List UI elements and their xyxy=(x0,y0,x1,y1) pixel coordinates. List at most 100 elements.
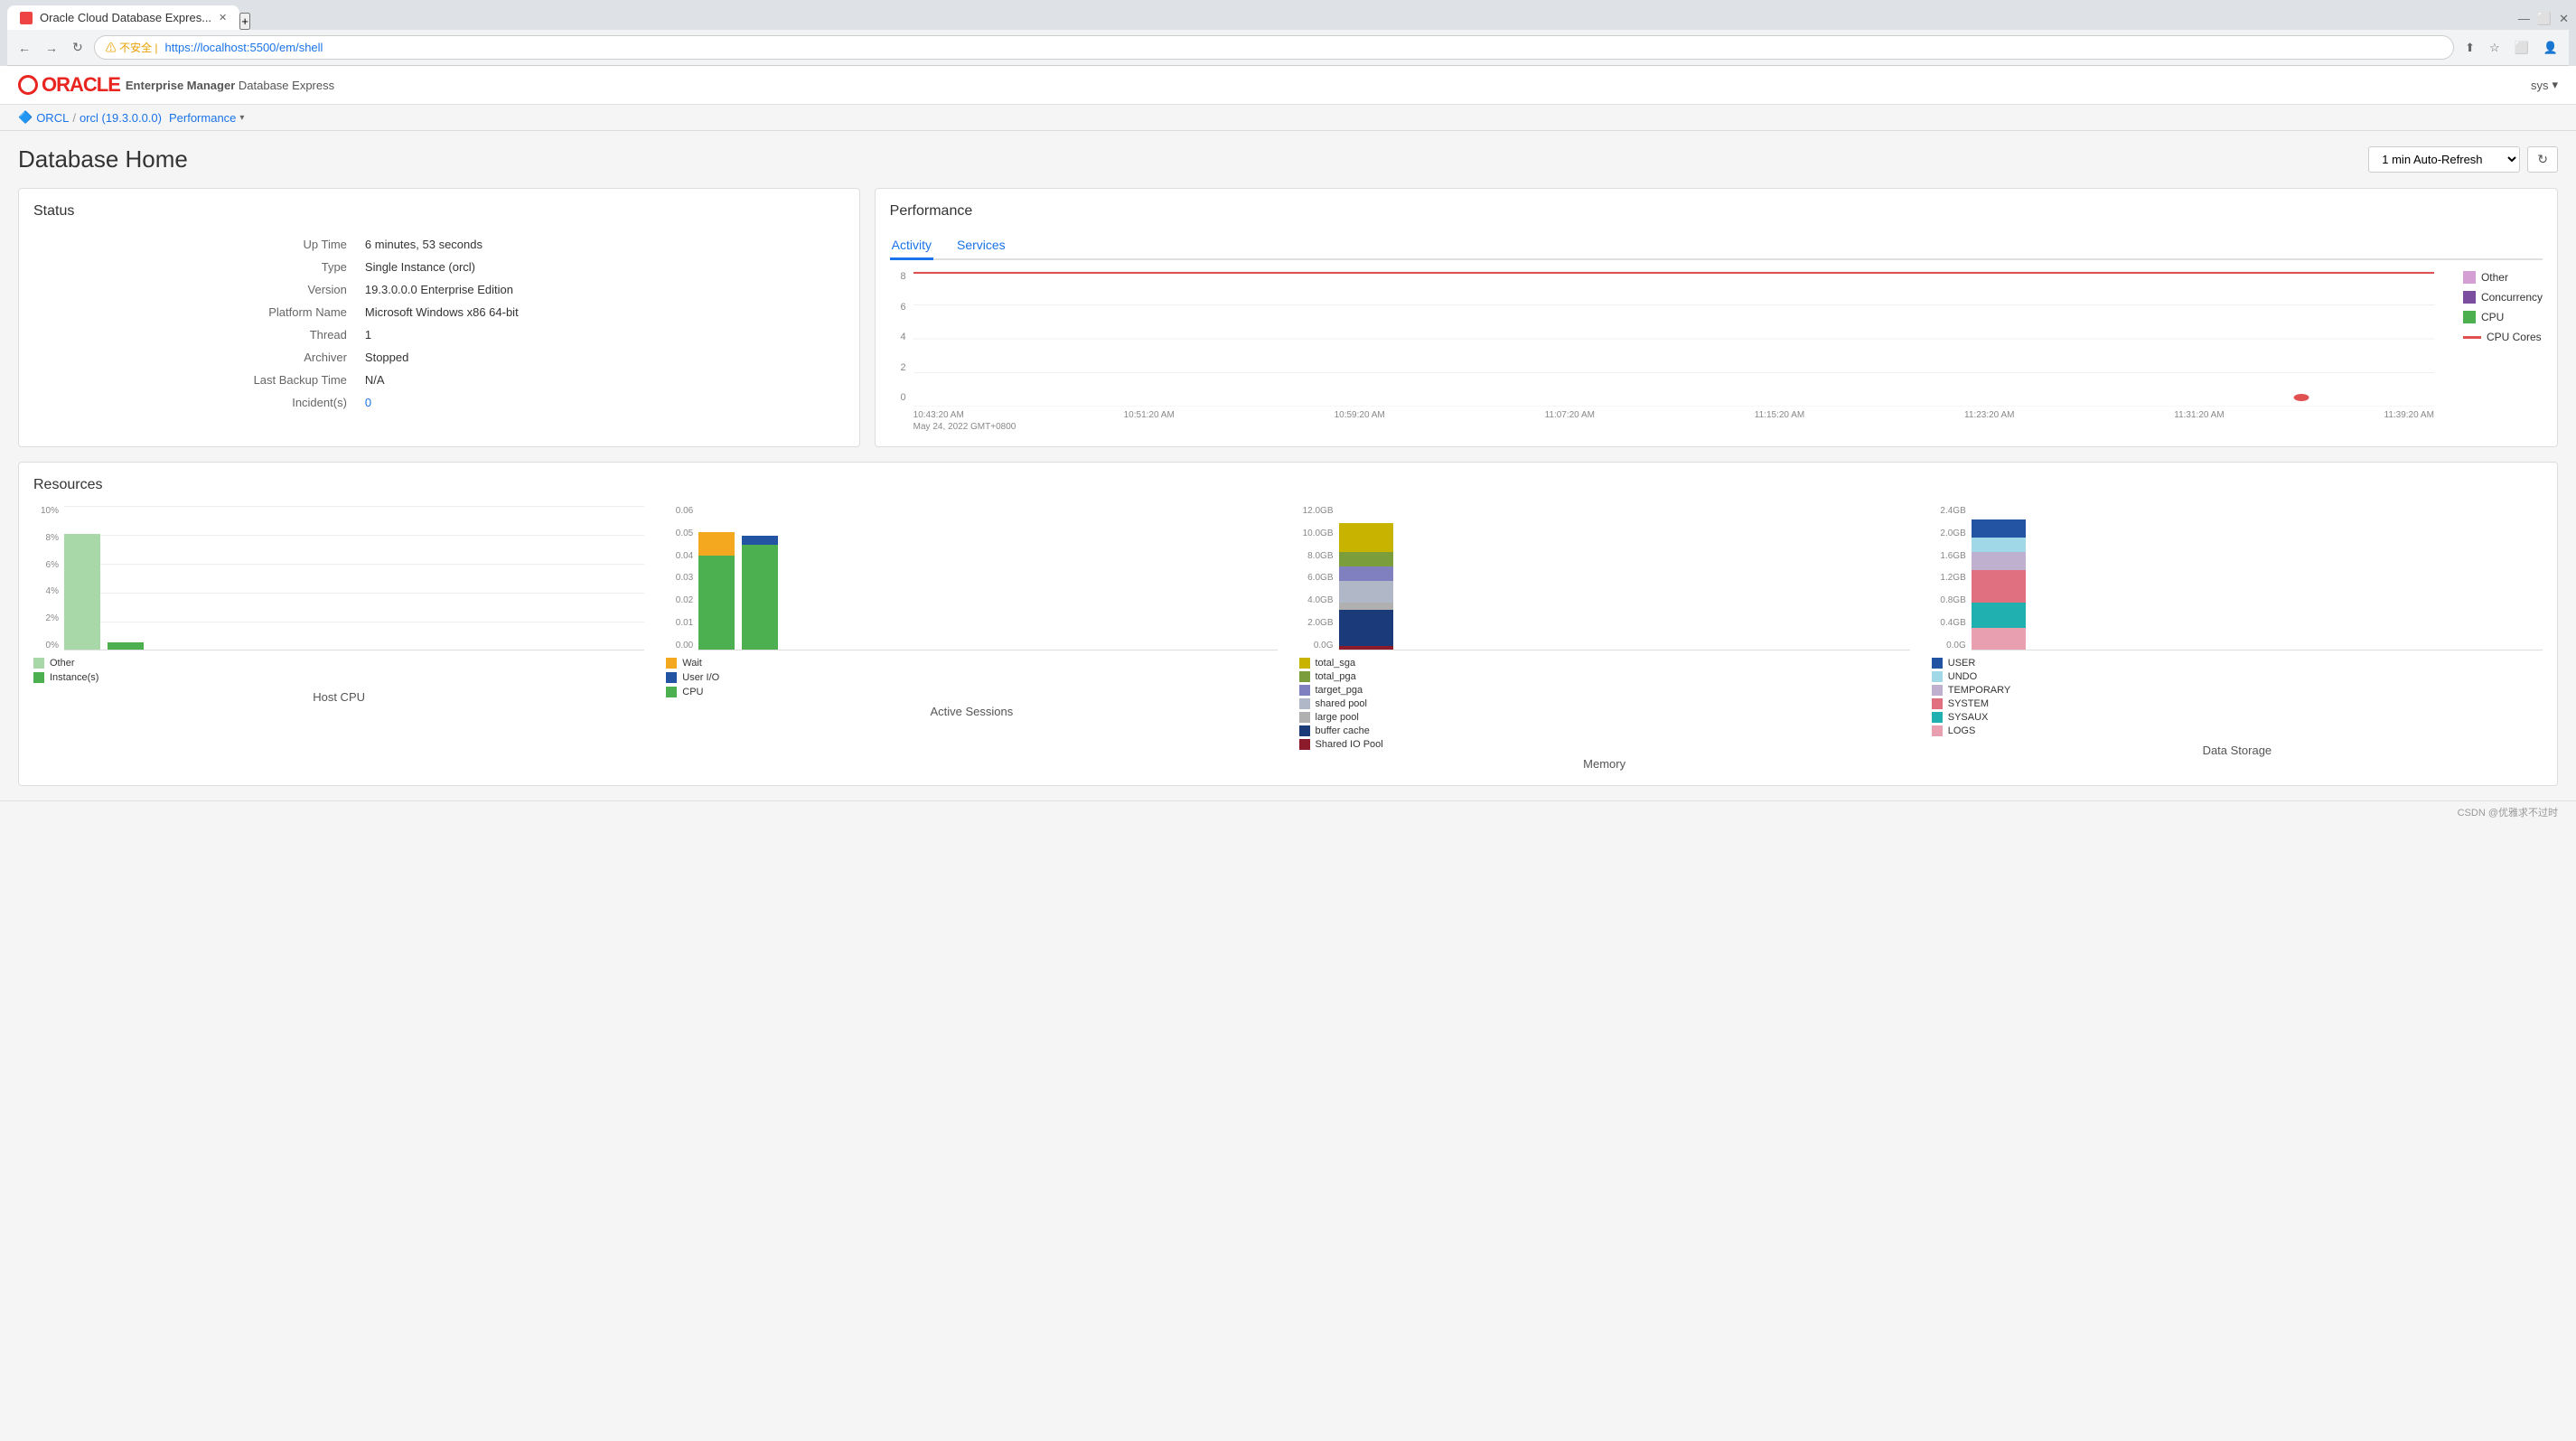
legend-other-icon xyxy=(2463,271,2476,284)
user-label: sys xyxy=(2531,79,2549,92)
active-tab[interactable]: Oracle Cloud Database Expres... ✕ xyxy=(7,5,239,30)
close-tab-button[interactable]: ✕ xyxy=(219,12,227,23)
storage-system xyxy=(1972,570,2026,603)
status-card: Status Up Time6 minutes, 53 secondsTypeS… xyxy=(18,188,860,447)
new-tab-button[interactable]: + xyxy=(239,13,250,30)
bookmark-icon[interactable]: ☆ xyxy=(2486,37,2504,59)
legend-temporary-dot xyxy=(1932,685,1943,696)
data-storage-y-axis: 2.4GB 2.0GB 1.6GB 1.2GB 0.8GB 0.4GB 0.0G xyxy=(1932,506,1966,650)
footer: CSDN @优雅求不过时 xyxy=(0,800,2576,823)
active-sessions-label: Active Sessions xyxy=(666,705,1277,718)
minimize-button[interactable]: — xyxy=(2518,12,2530,26)
status-label: Version xyxy=(35,279,358,300)
legend-shared-io-pool-dot xyxy=(1299,739,1310,750)
legend-other-dot xyxy=(33,658,44,669)
legend-cpu-res-dot xyxy=(666,687,677,697)
active-sessions-bar1 xyxy=(698,506,735,650)
oracle-logo-area: ORACLE Enterprise Manager Database Expre… xyxy=(18,73,334,97)
chart-y-axis: 8 6 4 2 0 xyxy=(890,271,906,432)
user-badge[interactable]: sys ▾ xyxy=(2531,78,2558,92)
profile-icon[interactable]: 👤 xyxy=(2540,37,2562,59)
memory-legend: total_sga total_pga target_pga shared po… xyxy=(1299,658,1910,750)
data-storage-legend: USER UNDO TEMPORARY SYSTEM SYSAUX LOGS xyxy=(1932,658,2543,736)
mem-total-sga xyxy=(1339,523,1393,552)
resources-card: Resources 10% 8% 6% 4% 2% 0% xyxy=(18,462,2558,786)
tab-services[interactable]: Services xyxy=(955,232,1007,260)
data-storage-bars xyxy=(1972,506,2543,650)
tab-activity[interactable]: Activity xyxy=(890,232,933,260)
db-icon: 🔷 xyxy=(18,110,33,125)
active-sessions-bar2 xyxy=(742,506,778,650)
resources-grid: 10% 8% 6% 4% 2% 0% xyxy=(33,506,2543,771)
status-label: Up Time xyxy=(35,234,358,255)
status-row: Thread1 xyxy=(35,324,843,345)
extension-icon[interactable]: ⬜ xyxy=(2511,37,2533,59)
security-warning: ⚠ 不安全 | xyxy=(106,40,158,55)
browser-toolbar: ← → ↻ ⚠ 不安全 | https://localhost:5500/em/… xyxy=(7,30,2569,66)
status-table: Up Time6 minutes, 53 secondsTypeSingle I… xyxy=(33,232,845,415)
breadcrumb: 🔷 ORCL / orcl (19.3.0.0.0) xyxy=(18,110,162,125)
legend-instance-item: Instance(s) xyxy=(33,672,644,683)
share-icon[interactable]: ⬆ xyxy=(2461,37,2478,59)
page-title: Database Home xyxy=(18,145,188,173)
legend-user-io-dot xyxy=(666,672,677,683)
main-grid: Status Up Time6 minutes, 53 secondsTypeS… xyxy=(18,188,2558,447)
performance-chevron-icon: ▾ xyxy=(239,113,244,123)
legend-user-io: User I/O xyxy=(666,672,1277,683)
legend-wait: Wait xyxy=(666,658,1277,669)
data-storage-section: 2.4GB 2.0GB 1.6GB 1.2GB 0.8GB 0.4GB 0.0G xyxy=(1932,506,2543,771)
status-label: Thread xyxy=(35,324,358,345)
performance-card: Performance Activity Services 8 6 4 2 0 xyxy=(875,188,2558,447)
memory-bars xyxy=(1339,506,1910,650)
host-cpu-bars xyxy=(64,506,644,650)
storage-undo xyxy=(1972,538,2026,552)
performance-card-title: Performance xyxy=(890,203,2543,220)
legend-concurrency-icon xyxy=(2463,291,2476,304)
mem-shared-io-pool xyxy=(1339,646,1393,650)
memory-y-axis: 12.0GB 10.0GB 8.0GB 6.0GB 4.0GB 2.0GB 0.… xyxy=(1299,506,1334,650)
legend-logs-dot xyxy=(1932,725,1943,736)
url-text: https://localhost:5500/em/shell xyxy=(165,41,323,54)
incidents-link[interactable]: 0 xyxy=(365,396,371,409)
mem-large-pool xyxy=(1339,603,1393,610)
restore-button[interactable]: ⬜ xyxy=(2537,12,2552,26)
breadcrumb-instance-link[interactable]: orcl (19.3.0.0.0) xyxy=(80,111,162,125)
performance-tabs: Activity Services xyxy=(890,232,2543,260)
breadcrumb-db-link[interactable]: ORCL xyxy=(36,111,69,125)
tab-title: Oracle Cloud Database Expres... xyxy=(40,11,211,24)
status-row: Incident(s)0 xyxy=(35,392,843,413)
performance-menu[interactable]: Performance ▾ xyxy=(169,111,244,125)
legend-sysaux-dot xyxy=(1932,712,1943,723)
app-header: ORACLE Enterprise Manager Database Expre… xyxy=(0,66,2576,105)
legend-target-pga-dot xyxy=(1299,685,1310,696)
chart-date-label: May 24, 2022 GMT+0800 xyxy=(913,422,2434,432)
page-content: Database Home 1 min Auto-Refresh ↻ Statu… xyxy=(0,131,2576,800)
legend-cpu-cores-icon xyxy=(2463,336,2481,339)
user-io-segment xyxy=(742,536,778,545)
legend-total-sga-dot xyxy=(1299,658,1310,669)
legend-cpu-cores: CPU Cores xyxy=(2463,331,2543,343)
activity-chart-svg xyxy=(913,271,2434,407)
refresh-button[interactable]: ↻ xyxy=(2527,146,2558,173)
auto-refresh-select[interactable]: 1 min Auto-Refresh xyxy=(2368,146,2520,173)
oracle-logo: ORACLE xyxy=(18,73,120,97)
status-value: Single Instance (orcl) xyxy=(360,257,843,277)
forward-button[interactable]: → xyxy=(42,37,61,59)
legend-cpu: CPU xyxy=(2463,311,2543,323)
memory-label: Memory xyxy=(1299,757,1910,771)
close-button[interactable]: ✕ xyxy=(2559,12,2569,26)
legend-user-dot xyxy=(1932,658,1943,669)
address-bar[interactable]: ⚠ 不安全 | https://localhost:5500/em/shell xyxy=(94,35,2454,60)
legend-shared-pool-dot xyxy=(1299,698,1310,709)
host-cpu-chart-area: 10% 8% 6% 4% 2% 0% xyxy=(33,506,644,650)
activity-chart: 8 6 4 2 0 xyxy=(890,271,2543,432)
status-label: Type xyxy=(35,257,358,277)
status-value: N/A xyxy=(360,370,843,390)
data-storage-bar xyxy=(1972,506,2026,650)
status-value[interactable]: 0 xyxy=(360,392,843,413)
reload-button[interactable]: ↻ xyxy=(69,36,87,59)
status-value: 19.3.0.0.0 Enterprise Edition xyxy=(360,279,843,300)
back-button[interactable]: ← xyxy=(14,37,34,59)
status-value: Stopped xyxy=(360,347,843,368)
active-sessions-legend: Wait User I/O CPU xyxy=(666,658,1277,697)
